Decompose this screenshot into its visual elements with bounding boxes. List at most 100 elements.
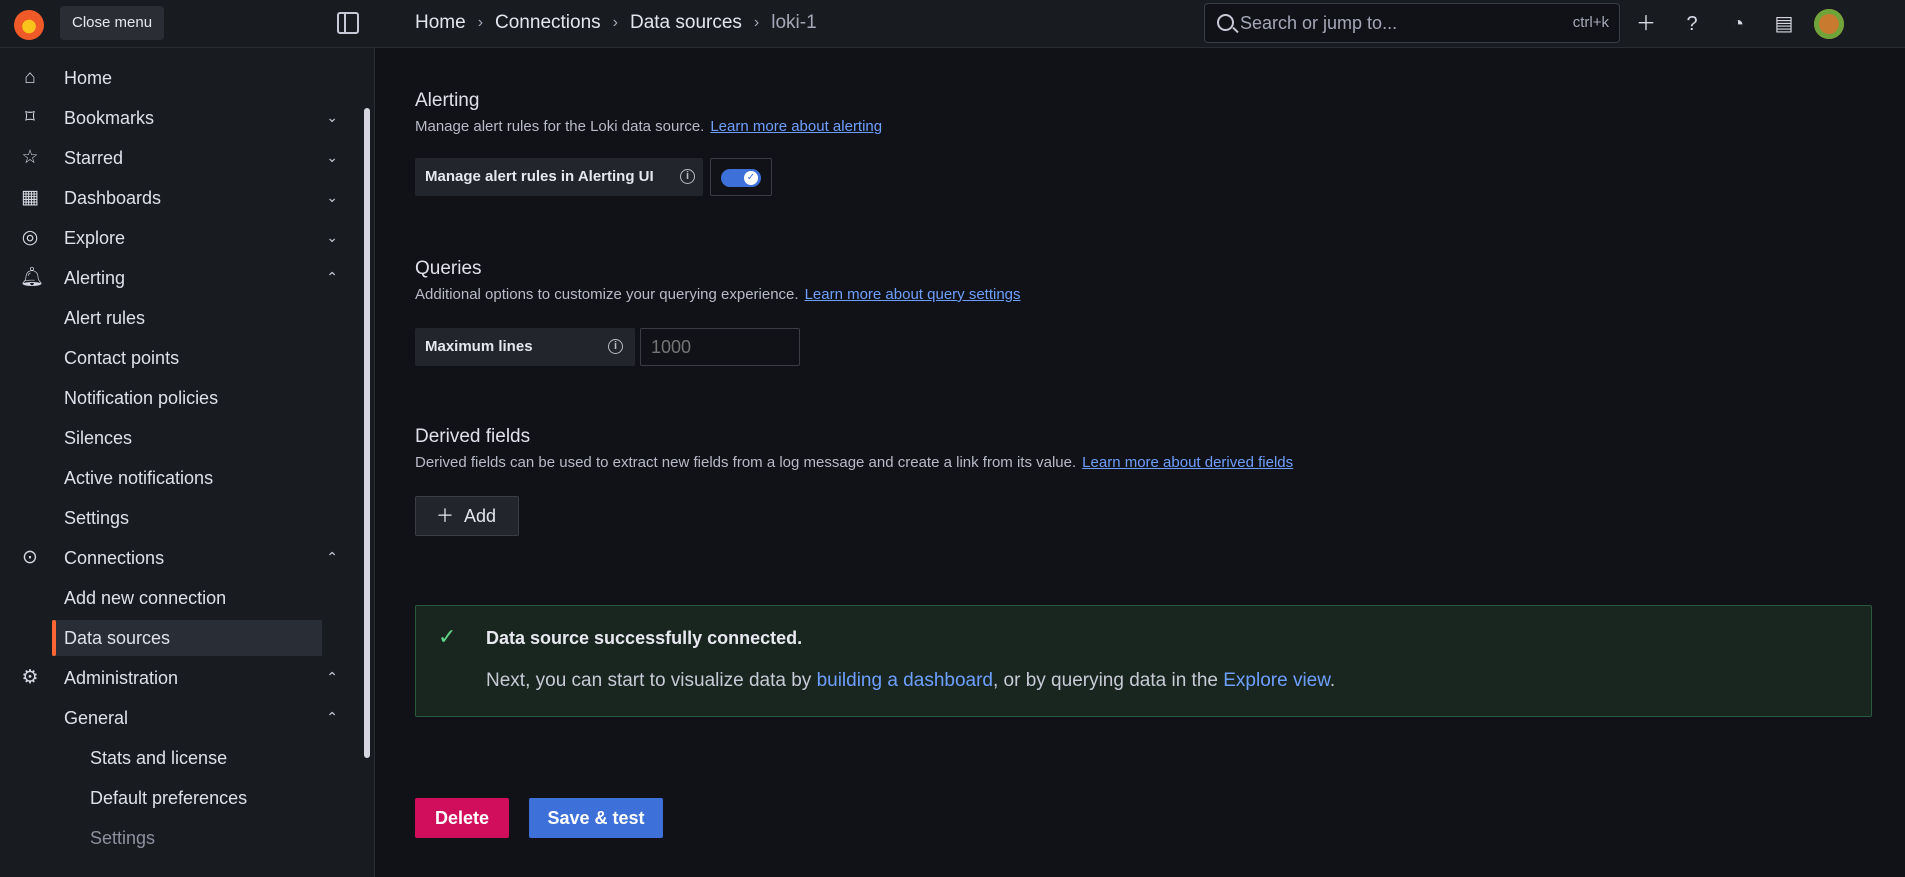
queries-section-title: Queries	[415, 258, 482, 279]
bell-icon: 🔔︎	[20, 267, 45, 288]
grid-icon: ▦	[21, 187, 39, 208]
sidebar-item-administration[interactable]: ⚙ Administration ⌃	[0, 660, 360, 696]
sidebar-item-starred[interactable]: ☆ Starred ⌄	[0, 140, 360, 176]
sidebar-item-label: Bookmarks	[64, 108, 155, 128]
sidebar-item-label: Silences	[64, 428, 133, 448]
alert-body-suffix: .	[1329, 670, 1336, 691]
breadcrumb-home[interactable]: Home	[415, 12, 466, 34]
alert-title: Data source successfully connected.	[486, 628, 803, 648]
explore-view-link[interactable]: Explore view	[1223, 670, 1330, 691]
sidebar-item-home[interactable]: ⌂ Home	[0, 60, 360, 96]
sidebar-item-silences[interactable]: Silences	[0, 420, 360, 456]
breadcrumb-current: loki-1	[771, 12, 817, 33]
chevron-down-icon[interactable]: ⌄	[326, 189, 338, 206]
info-icon[interactable]: i	[680, 169, 695, 184]
sidebar-item-label: Active notifications	[64, 468, 214, 488]
check-icon: ✓	[744, 171, 758, 185]
manage-alert-rules-text: Manage alert rules in Alerting UI	[425, 168, 654, 185]
compass-icon: ◎	[21, 227, 39, 248]
manage-alert-rules-toggle[interactable]: ✓	[721, 169, 761, 187]
check-icon: ✓	[438, 624, 457, 649]
sidebar-item-default-preferences[interactable]: Default preferences	[0, 780, 360, 816]
alert-body: Next, you can start to visualize data by…	[486, 670, 1335, 692]
dock-icon[interactable]: ▤	[1768, 8, 1800, 40]
sidebar-item-label: Contact points	[64, 348, 180, 368]
manage-alert-rules-label: Manage alert rules in Alerting UI i	[415, 158, 703, 196]
queries-learn-more-link[interactable]: Learn more about query settings	[805, 286, 1021, 303]
sidebar-item-label: Explore	[64, 228, 126, 248]
sidebar-item-label: Settings	[90, 828, 156, 848]
sidebar-item-alert-rules[interactable]: Alert rules	[0, 300, 360, 336]
connections-icon: ⊙	[22, 547, 38, 568]
top-navbar: Close menu Home › Connections › Data sou…	[0, 0, 1905, 48]
sidebar-item-label: Add new connection	[64, 588, 227, 608]
sidebar-item-label: Settings	[64, 508, 130, 528]
save-test-button[interactable]: Save & test	[529, 798, 663, 838]
close-menu-tooltip: Close menu	[60, 6, 165, 40]
alert-body-middle: , or by querying data in the	[992, 670, 1224, 691]
grafana-logo-icon[interactable]	[14, 10, 44, 40]
sidebar-item-add-new-connection[interactable]: Add new connection	[0, 580, 360, 616]
sidebar: ⌂ Home ⌑ Bookmarks ⌄ ☆ Starred ⌄ ▦ Dashb…	[0, 48, 375, 877]
gear-icon: ⚙	[21, 667, 39, 688]
sidebar-item-alerting[interactable]: 🔔︎ Alerting ⌃	[0, 260, 360, 296]
sidebar-item-general[interactable]: General ⌃	[0, 700, 360, 736]
sidebar-item-connections[interactable]: ⊙ Connections ⌃	[0, 540, 360, 576]
sidebar-item-general-settings[interactable]: Settings	[0, 820, 360, 856]
sidebar-item-notification-policies[interactable]: Notification policies	[0, 380, 360, 416]
queries-description: Additional options to customize your que…	[415, 286, 1021, 303]
chevron-down-icon[interactable]: ⌄	[326, 229, 338, 246]
sidebar-item-dashboards[interactable]: ▦ Dashboards ⌄	[0, 180, 360, 216]
search-input[interactable]: Search or jump to... ctrl+k	[1204, 3, 1620, 43]
derived-fields-learn-more-link[interactable]: Learn more about derived fields	[1082, 454, 1293, 471]
add-button-label: Add	[464, 506, 497, 526]
bookmark-icon: ⌑	[25, 107, 35, 128]
sidebar-item-explore[interactable]: ◎ Explore ⌄	[0, 220, 360, 256]
help-icon[interactable]: ?	[1676, 8, 1708, 40]
sidebar-item-stats-and-license[interactable]: Stats and license	[0, 740, 360, 776]
chevron-right-icon: ›	[753, 14, 760, 31]
delete-button[interactable]: Delete	[415, 798, 509, 838]
sidebar-item-settings[interactable]: Settings	[0, 500, 360, 536]
add-derived-field-button[interactable]: ＋ Add	[415, 496, 519, 536]
manage-alert-rules-toggle-container: ✓	[710, 158, 772, 196]
chevron-down-icon[interactable]: ⌄	[326, 109, 338, 126]
sidebar-item-active-notifications[interactable]: Active notifications	[0, 460, 360, 496]
keyboard-shortcut: ctrl+k	[1572, 14, 1609, 31]
dock-menu-icon[interactable]	[337, 12, 359, 34]
plus-icon: ＋	[436, 506, 454, 526]
plus-icon[interactable]: ＋	[1630, 8, 1662, 40]
sidebar-item-label: Connections	[64, 548, 165, 568]
derived-fields-section-title: Derived fields	[415, 426, 531, 447]
sidebar-item-data-sources[interactable]: Data sources	[52, 620, 322, 656]
chevron-up-icon[interactable]: ⌃	[326, 549, 338, 566]
breadcrumb-data-sources[interactable]: Data sources	[630, 12, 742, 34]
sidebar-item-label: General	[64, 708, 129, 728]
derived-fields-description: Derived fields can be used to extract ne…	[415, 454, 1293, 471]
rss-icon[interactable]: ◔	[1722, 8, 1754, 40]
sidebar-item-bookmarks[interactable]: ⌑ Bookmarks ⌄	[0, 100, 360, 136]
sidebar-scrollbar-thumb[interactable]	[364, 108, 370, 758]
success-alert: ✓ Data source successfully connected. Ne…	[415, 605, 1872, 717]
chevron-up-icon[interactable]: ⌃	[326, 709, 338, 726]
alerting-learn-more-link[interactable]: Learn more about alerting	[710, 118, 882, 135]
chevron-right-icon: ›	[477, 14, 484, 31]
home-icon: ⌂	[24, 67, 36, 88]
chevron-up-icon[interactable]: ⌃	[326, 669, 338, 686]
sidebar-item-contact-points[interactable]: Contact points	[0, 340, 360, 376]
avatar[interactable]	[1814, 9, 1844, 39]
search-icon	[1217, 14, 1234, 31]
breadcrumb-connections[interactable]: Connections	[495, 12, 601, 34]
building-dashboard-link[interactable]: building a dashboard	[817, 670, 993, 691]
alerting-description-text: Manage alert rules for the Loki data sou…	[415, 118, 705, 135]
alerting-description: Manage alert rules for the Loki data sou…	[415, 118, 882, 135]
star-icon: ☆	[21, 147, 39, 168]
chevron-up-icon[interactable]: ⌃	[326, 269, 338, 286]
sidebar-item-label: Data sources	[64, 628, 171, 648]
maximum-lines-field[interactable]	[640, 328, 800, 366]
top-actions: ＋ ? ◔ ▤	[1630, 8, 1844, 40]
maximum-lines-input[interactable]	[641, 329, 799, 365]
sidebar-item-label: Notification policies	[64, 388, 219, 408]
chevron-down-icon[interactable]: ⌄	[326, 149, 338, 166]
info-icon[interactable]: i	[608, 339, 623, 354]
